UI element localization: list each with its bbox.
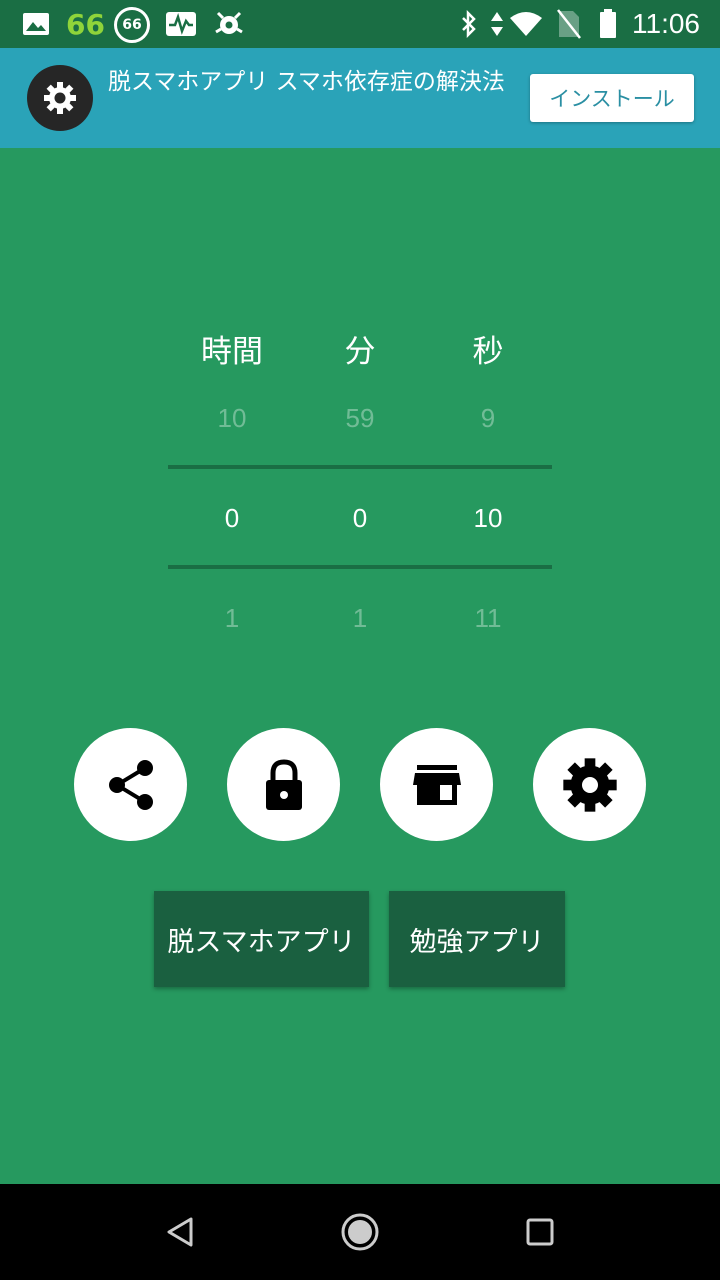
chart-icon xyxy=(163,0,199,48)
store-button[interactable] xyxy=(380,728,493,841)
back-icon xyxy=(167,1217,193,1247)
hours-value[interactable]: 0 xyxy=(168,503,296,534)
minutes-next[interactable]: 1 xyxy=(296,603,424,634)
status-bar: 66 66 11:06 xyxy=(0,0,720,48)
no-sim-icon xyxy=(555,0,583,48)
seconds-prev[interactable]: 9 xyxy=(424,403,552,434)
share-button[interactable] xyxy=(74,728,187,841)
bluetooth-icon xyxy=(458,0,480,48)
navigation-bar xyxy=(0,1184,720,1280)
image-icon xyxy=(20,0,52,48)
hours-next[interactable]: 1 xyxy=(168,603,296,634)
notification-count: 66 xyxy=(66,7,105,41)
settings-icon xyxy=(562,757,617,812)
picker-divider-bottom xyxy=(168,565,552,569)
home-icon xyxy=(341,1213,379,1251)
share-icon xyxy=(108,759,153,810)
seconds-next[interactable]: 11 xyxy=(424,603,552,634)
ad-title: 脱スマホアプリ スマホ依存症の解決法 xyxy=(108,69,505,95)
gear-icon xyxy=(27,65,93,131)
recents-icon xyxy=(526,1218,554,1246)
minutes-prev[interactable]: 59 xyxy=(296,403,424,434)
store-icon xyxy=(412,764,461,805)
ad-banner[interactable]: 脱スマホアプリ スマホ依存症の解決法 インストール xyxy=(0,48,720,148)
back-button[interactable] xyxy=(152,1204,208,1260)
picker-divider-top xyxy=(168,465,552,469)
seconds-value[interactable]: 10 xyxy=(424,503,552,534)
ring-badge: 66 xyxy=(114,7,150,43)
detox-app-button[interactable]: 脱スマホアプリ xyxy=(154,891,369,987)
minutes-label: 分 xyxy=(344,334,376,370)
seconds-label: 秒 xyxy=(472,334,504,370)
minutes-value[interactable]: 0 xyxy=(296,503,424,534)
study-app-button[interactable]: 勉強アプリ xyxy=(389,891,565,987)
hours-prev[interactable]: 10 xyxy=(168,403,296,434)
battery-icon xyxy=(597,0,619,48)
data-arrows-icon xyxy=(487,0,507,48)
home-button[interactable] xyxy=(332,1204,388,1260)
bug-icon xyxy=(212,0,246,48)
install-button[interactable]: インストール xyxy=(530,74,694,122)
lock-button[interactable] xyxy=(227,728,340,841)
hours-label: 時間 xyxy=(201,334,263,370)
wifi-icon xyxy=(508,0,544,48)
settings-button[interactable] xyxy=(533,728,646,841)
clock: 11:06 xyxy=(632,8,700,39)
lock-icon xyxy=(265,758,302,810)
recents-button[interactable] xyxy=(512,1204,568,1260)
